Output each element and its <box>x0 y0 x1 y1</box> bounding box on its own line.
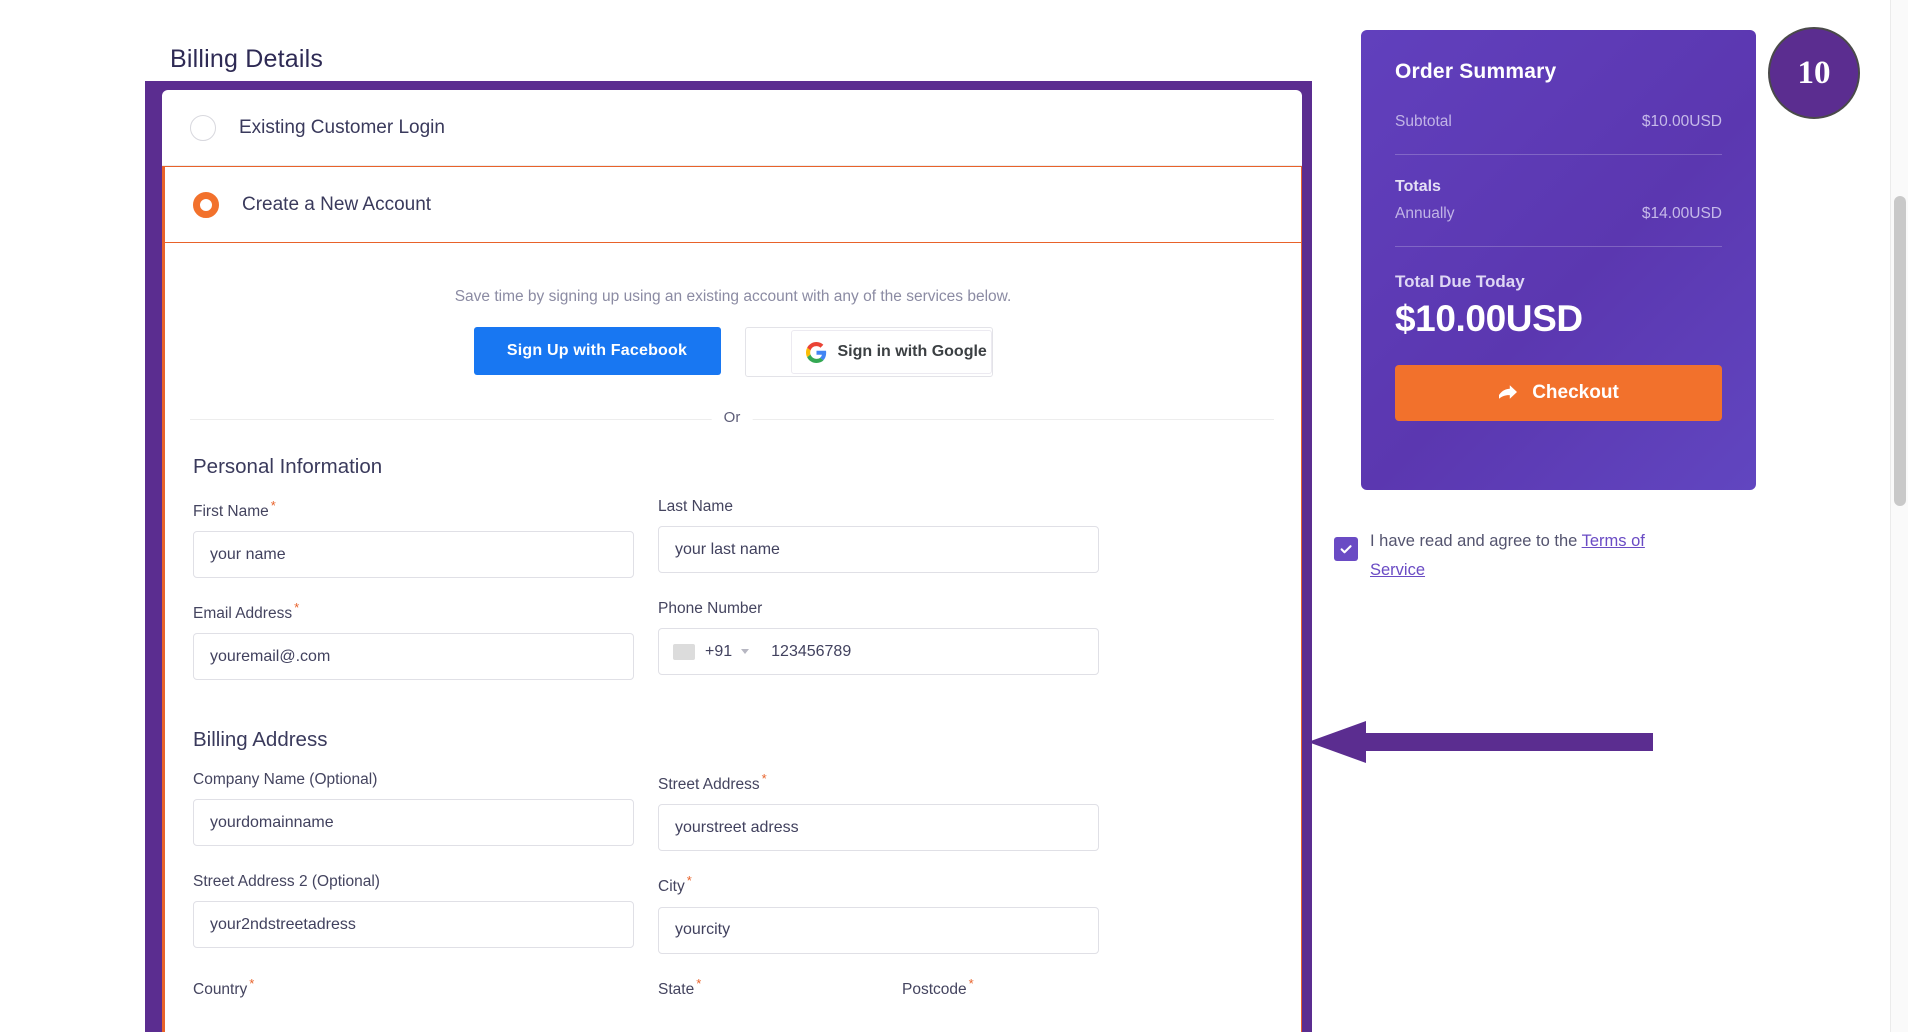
label-first-name-text: First Name <box>193 503 269 521</box>
scrollbar-track[interactable] <box>1890 0 1908 1032</box>
google-icon <box>805 341 826 363</box>
google-signin-label: Sign in with Google <box>837 343 987 360</box>
checkout-page: Billing Details Existing Customer Login … <box>0 0 1908 1032</box>
radio-create-new-account[interactable] <box>193 191 219 218</box>
required-marker: * <box>696 975 702 991</box>
phone-dial-code: +91 <box>705 642 733 660</box>
order-summary-panel: Order Summary Subtotal $10.00USD Totals … <box>1361 30 1756 490</box>
label-street-address-2: Street Address 2 (Optional) <box>193 873 380 891</box>
new-account-panel: Save time by signing up using an existin… <box>162 243 1302 1032</box>
total-due-today-value: $10.00USD <box>1395 298 1583 339</box>
scrollbar-thumb[interactable] <box>1894 196 1906 506</box>
totals-label: Totals <box>1395 178 1441 195</box>
billing-details-column: Billing Details Existing Customer Login … <box>0 0 1312 1032</box>
check-icon <box>1340 545 1352 554</box>
annotation-arrow-left <box>1308 721 1653 763</box>
annually-value: $14.00USD <box>1641 205 1722 222</box>
label-country: Country * <box>193 976 634 999</box>
label-street-address: Street Address * <box>658 771 1099 794</box>
option-create-new-label: Create a New Account <box>242 193 432 215</box>
personal-information-heading: Personal Information <box>193 455 383 478</box>
summary-row-annually: Annually $14.00USD <box>1395 205 1722 223</box>
google-signin-button[interactable]: Sign in with Google <box>790 330 992 374</box>
label-country-text: Country <box>193 980 248 998</box>
label-state: State * <box>658 976 878 999</box>
label-state-text: State <box>658 980 695 998</box>
field-state: State * <box>658 976 878 999</box>
personal-information-grid: First Name* Last Name Email Address* <box>193 498 1301 702</box>
field-postcode: Postcode * <box>902 976 1123 999</box>
first-name-input[interactable] <box>193 531 634 579</box>
label-city-text: City <box>658 878 685 896</box>
or-divider: Or <box>190 409 1274 429</box>
last-name-input[interactable] <box>658 526 1099 573</box>
phone-number-input[interactable] <box>769 641 1088 662</box>
label-email-address: Email Address * <box>193 600 634 623</box>
required-marker: * <box>761 771 767 787</box>
terms-text: I have read and agree to the Terms of Se… <box>1370 527 1679 585</box>
label-company-name: Company Name (Optional) <box>193 771 378 789</box>
label-city: City * <box>658 873 1099 896</box>
field-street-address: Street Address * <box>658 771 1099 852</box>
required-marker: * <box>686 873 692 889</box>
label-first-name: First Name * <box>193 498 634 521</box>
terms-text-before: I have read and agree to the <box>1370 532 1582 550</box>
terms-checkbox[interactable] <box>1334 537 1358 561</box>
total-due-today-label: Total Due Today <box>1395 272 1525 291</box>
field-phone-number: Phone Number +91 <box>658 600 1099 680</box>
billing-card: Existing Customer Login Create a New Acc… <box>162 90 1302 1032</box>
email-address-input[interactable] <box>193 633 634 681</box>
required-marker: * <box>294 600 300 616</box>
field-city: City * <box>658 873 1099 954</box>
social-signup-note: Save time by signing up using an existin… <box>454 288 1012 305</box>
summary-divider <box>1395 154 1722 155</box>
summary-divider-2 <box>1395 246 1722 247</box>
required-marker: * <box>249 975 255 991</box>
radio-existing-customer[interactable] <box>190 114 216 141</box>
field-street-address-2: Street Address 2 (Optional) <box>193 873 634 953</box>
required-marker: * <box>968 975 974 991</box>
label-phone-number: Phone Number <box>658 600 763 618</box>
billing-card-frame: Existing Customer Login Create a New Acc… <box>145 81 1312 1032</box>
street-address-input[interactable] <box>658 804 1099 852</box>
annually-label: Annually <box>1395 205 1455 222</box>
phone-number-group: +91 <box>658 628 1099 676</box>
subtotal-label: Subtotal <box>1395 113 1452 130</box>
checkout-label: Checkout <box>1532 382 1619 403</box>
field-last-name: Last Name <box>658 498 1099 578</box>
social-buttons-row: Sign Up with Facebook Sign in with Googl… <box>165 327 1301 377</box>
address-bottom-row: Country * State * Postcode * <box>193 976 1301 1021</box>
checkout-button[interactable]: Checkout <box>1395 365 1722 421</box>
field-company-name: Company Name (Optional) <box>193 771 634 851</box>
street-address-2-input[interactable] <box>193 901 634 949</box>
label-email-address-text: Email Address <box>193 605 293 623</box>
option-create-new-account[interactable]: Create a New Account <box>162 166 1302 243</box>
google-signin-container: Sign in with Google <box>744 327 993 377</box>
field-country: Country * <box>193 976 634 999</box>
field-email-address: Email Address * <box>193 600 634 681</box>
chevron-down-icon[interactable] <box>741 649 750 655</box>
terms-agreement: I have read and agree to the Terms of Se… <box>1334 527 1679 585</box>
label-street-address-text: Street Address <box>658 776 760 794</box>
step-number-badge: 10 <box>1768 27 1860 119</box>
or-divider-label: Or <box>711 409 753 426</box>
required-marker: * <box>270 498 276 513</box>
billing-address-heading: Billing Address <box>193 728 328 752</box>
page-title: Billing Details <box>170 45 324 73</box>
city-input[interactable] <box>658 906 1099 954</box>
label-last-name: Last Name <box>658 498 733 515</box>
order-summary-title: Order Summary <box>1395 60 1557 83</box>
arrow-right-icon <box>1499 385 1518 399</box>
facebook-signup-button[interactable]: Sign Up with Facebook <box>473 327 721 375</box>
field-first-name: First Name * <box>193 498 634 579</box>
label-postcode-text: Postcode <box>902 980 967 998</box>
label-postcode: Postcode * <box>902 976 1123 999</box>
option-existing-label: Existing Customer Login <box>239 116 445 138</box>
option-existing-customer-login[interactable]: Existing Customer Login <box>162 90 1302 166</box>
company-name-input[interactable] <box>193 799 634 847</box>
summary-row-subtotal: Subtotal $10.00USD <box>1395 113 1722 131</box>
subtotal-value: $10.00USD <box>1641 113 1722 130</box>
billing-address-grid: Company Name (Optional) Street Address* … <box>193 771 1301 975</box>
country-flag-icon <box>673 643 695 660</box>
